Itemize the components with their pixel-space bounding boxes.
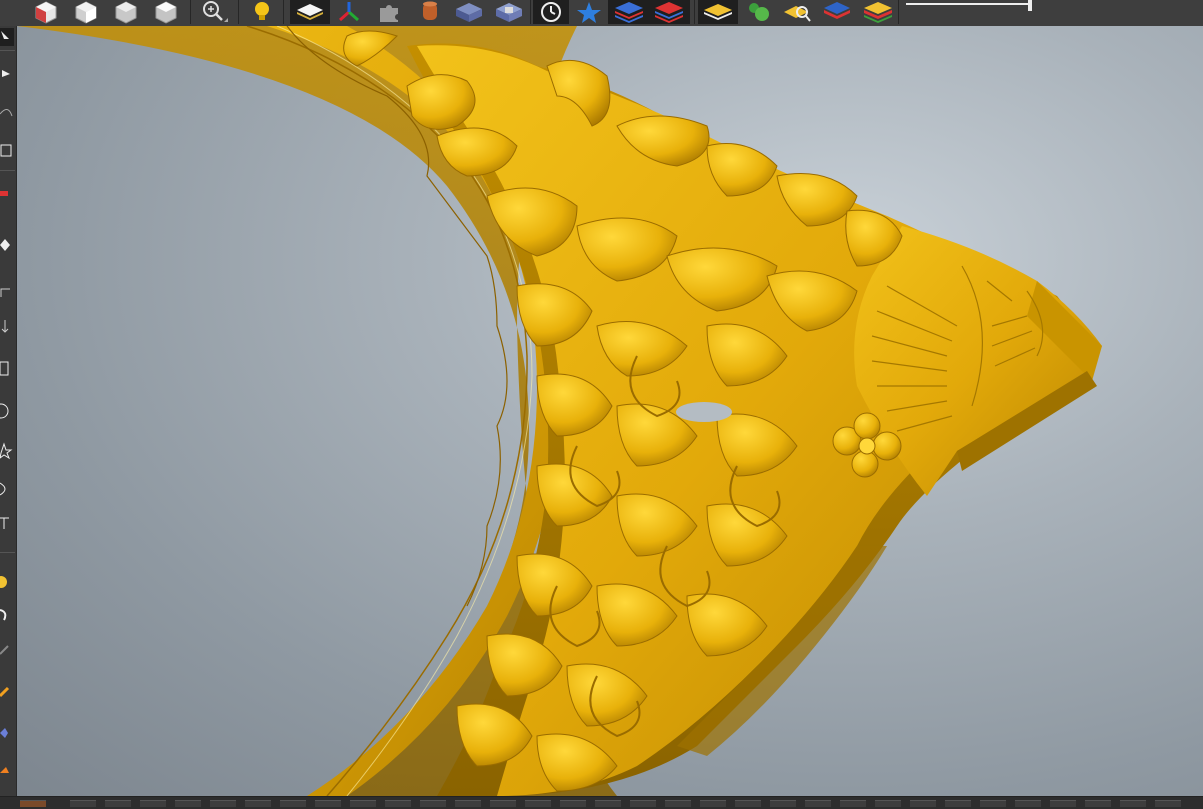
bottom-tab[interactable]: [1120, 800, 1146, 807]
transform-tool-icon[interactable]: [0, 142, 14, 160]
gem-tool-icon[interactable]: [0, 724, 14, 742]
bottom-tab[interactable]: [945, 800, 971, 807]
bottom-tab[interactable]: [630, 800, 656, 807]
pencil-tool-icon[interactable]: [0, 640, 14, 658]
bottom-tab[interactable]: [210, 800, 236, 807]
bottom-tab[interactable]: [840, 800, 866, 807]
rectangle-tool-icon[interactable]: [0, 360, 14, 378]
axes-icon[interactable]: [336, 0, 362, 24]
select-tool-icon[interactable]: [0, 28, 14, 46]
bottom-tab[interactable]: [875, 800, 901, 807]
corner-tool-icon[interactable]: [0, 284, 14, 302]
layers-red-icon[interactable]: [652, 0, 686, 24]
view-front-icon[interactable]: [74, 0, 98, 24]
view-iso-red-icon[interactable]: [34, 0, 58, 24]
bottom-tab[interactable]: [1050, 800, 1076, 807]
search-layers-icon[interactable]: [784, 0, 814, 24]
bottom-tab[interactable]: [105, 800, 131, 807]
eraser-tool-icon[interactable]: [0, 236, 14, 254]
zoom-icon[interactable]: [200, 0, 228, 24]
layer-stack-color-icon[interactable]: [862, 0, 894, 24]
bottom-tab[interactable]: [140, 800, 166, 807]
bottom-tab[interactable]: [770, 800, 796, 807]
offset-tool-icon[interactable]: [0, 318, 14, 336]
star-icon[interactable]: [574, 0, 604, 24]
3d-viewport[interactable]: [17, 26, 1203, 796]
bottom-tab[interactable]: [525, 800, 551, 807]
pen-red-tool-icon[interactable]: [0, 184, 14, 202]
bottom-tab[interactable]: [245, 800, 271, 807]
bottom-tab[interactable]: [980, 800, 1006, 807]
zoom-slider[interactable]: [906, 0, 1034, 24]
view-right-icon[interactable]: [114, 0, 138, 24]
star-tool-icon[interactable]: [0, 442, 14, 460]
bottom-tab[interactable]: [175, 800, 201, 807]
bottom-tab[interactable]: [350, 800, 376, 807]
bottom-tab[interactable]: [1155, 800, 1181, 807]
bottom-tab[interactable]: [595, 800, 621, 807]
toolbar-start: [0, 0, 28, 24]
cylinder-icon[interactable]: [418, 0, 442, 24]
bottom-tab[interactable]: [385, 800, 411, 807]
bottom-tab[interactable]: [700, 800, 726, 807]
history-clock-icon[interactable]: [536, 0, 566, 24]
bottom-tab[interactable]: [490, 800, 516, 807]
circle-tool-icon[interactable]: [0, 402, 14, 420]
layers-blue-icon[interactable]: [612, 0, 646, 24]
bottom-tab[interactable]: [805, 800, 831, 807]
bottom-tab[interactable]: [455, 800, 481, 807]
bottom-tab[interactable]: [70, 800, 96, 807]
bottom-tab[interactable]: [315, 800, 341, 807]
text-tool-icon[interactable]: [0, 514, 14, 532]
layer-stack-icon[interactable]: [822, 0, 852, 24]
smooth-tool-icon[interactable]: [0, 606, 14, 624]
bottom-tab-bar: [0, 796, 1203, 809]
sculpt-tool-icon[interactable]: [0, 572, 14, 590]
orange-tool-icon[interactable]: [0, 762, 14, 780]
node-tool-icon[interactable]: [0, 64, 14, 82]
arc-draw-tool-icon[interactable]: [0, 480, 14, 498]
bottom-tab[interactable]: [20, 800, 46, 807]
bottom-tab[interactable]: [420, 800, 446, 807]
highlight-tool-icon[interactable]: [0, 682, 14, 700]
group-green-icon[interactable]: [744, 0, 774, 24]
light-bulb-icon[interactable]: [250, 0, 274, 24]
box-blue-icon[interactable]: [454, 0, 484, 24]
bottom-tab[interactable]: [1085, 800, 1111, 807]
bottom-tab[interactable]: [735, 800, 761, 807]
box-view-icon[interactable]: [494, 0, 524, 24]
bottom-tab[interactable]: [1015, 800, 1041, 807]
bottom-tab[interactable]: [560, 800, 586, 807]
carved-frame-model: [17, 26, 1102, 796]
puzzle-icon[interactable]: [376, 0, 402, 24]
layer-yellow-icon[interactable]: [702, 0, 734, 24]
bottom-tab[interactable]: [910, 800, 936, 807]
left-toolbar: [0, 26, 17, 796]
view-top-icon[interactable]: [154, 0, 178, 24]
bottom-tab[interactable]: [665, 800, 691, 807]
arc-tool-icon[interactable]: [0, 102, 14, 120]
bottom-tab[interactable]: [280, 800, 306, 807]
main-toolbar: [0, 0, 1203, 27]
layer-white-icon[interactable]: [295, 0, 325, 24]
